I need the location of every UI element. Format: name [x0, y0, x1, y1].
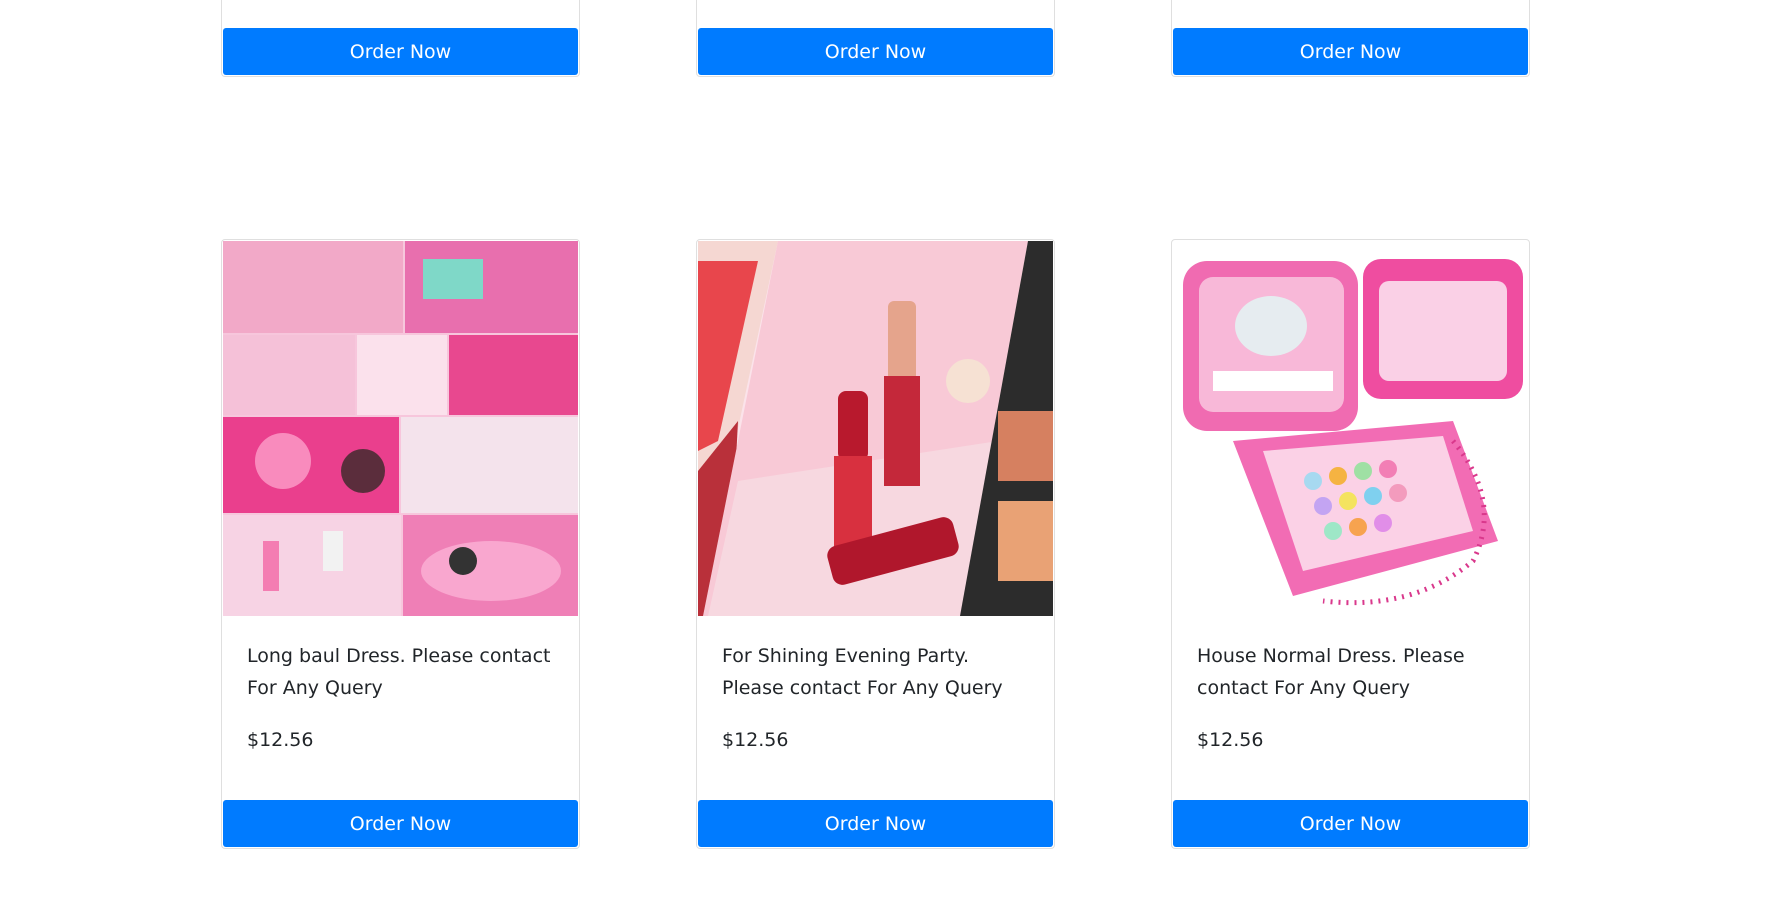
order-now-button[interactable]: Order Now: [1173, 800, 1528, 847]
product-card-top-3: Order Now: [1171, 0, 1530, 77]
product-card-top-1: Order Now: [221, 0, 580, 77]
pink-kids-makeup-kit-image[interactable]: [1173, 241, 1528, 616]
product-price: $12.56: [1197, 729, 1264, 751]
product-card: House Normal Dress. Please contact For A…: [1171, 239, 1530, 849]
product-price: $12.56: [722, 729, 789, 751]
order-now-button[interactable]: Order Now: [223, 800, 578, 847]
product-card-top-2: Order Now: [696, 0, 1055, 77]
order-now-button[interactable]: Order Now: [1173, 28, 1528, 75]
card-body: House Normal Dress. Please contact For A…: [1197, 640, 1504, 756]
card-body: For Shining Evening Party. Please contac…: [722, 640, 1029, 756]
product-card: For Shining Evening Party. Please contac…: [696, 239, 1055, 849]
product-description: Long baul Dress. Please contact For Any …: [247, 645, 551, 699]
product-description: House Normal Dress. Please contact For A…: [1197, 645, 1465, 699]
product-description: For Shining Evening Party. Please contac…: [722, 645, 1003, 699]
product-grid-page: Order Now Order Now Order Now Long baul …: [0, 0, 1790, 897]
product-price: $12.56: [247, 729, 314, 751]
pink-makeup-collage-image[interactable]: [223, 241, 578, 616]
product-card: Long baul Dress. Please contact For Any …: [221, 239, 580, 849]
card-body: Long baul Dress. Please contact For Any …: [247, 640, 554, 756]
red-lipsticks-image[interactable]: [698, 241, 1053, 616]
order-now-button[interactable]: Order Now: [698, 800, 1053, 847]
order-now-button[interactable]: Order Now: [698, 28, 1053, 75]
order-now-button[interactable]: Order Now: [223, 28, 578, 75]
